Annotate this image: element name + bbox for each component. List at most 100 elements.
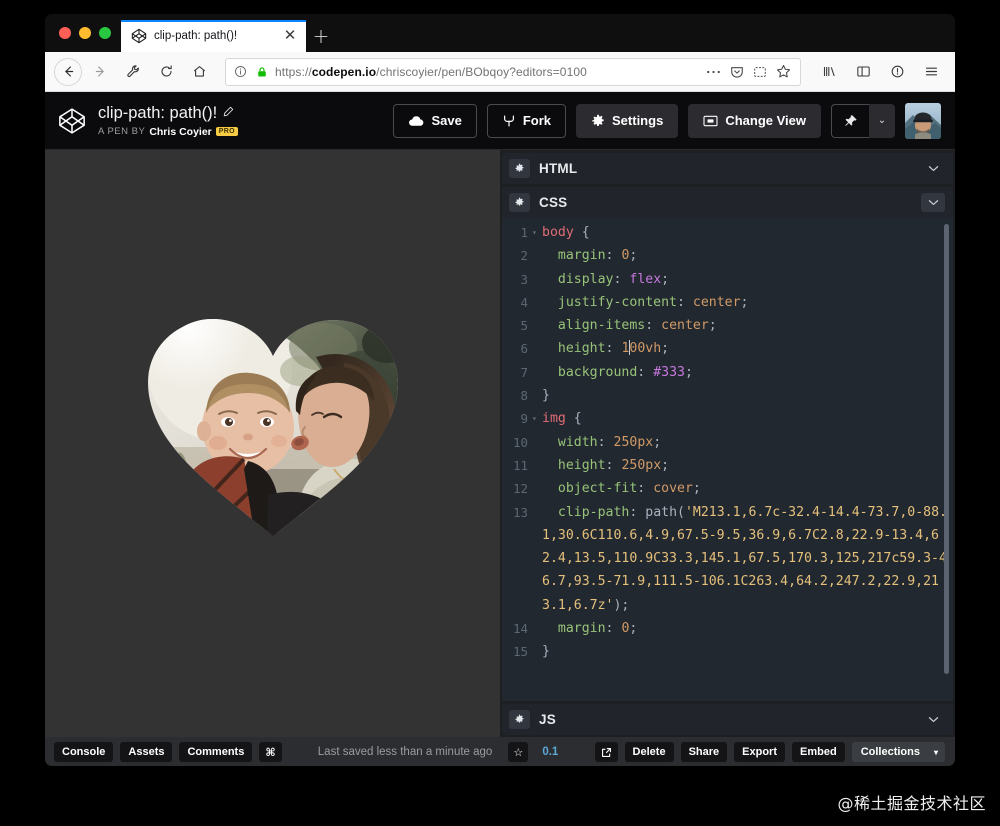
forward-button[interactable] [85,57,115,87]
fork-icon [502,114,516,128]
editor-panel-js-title: JS [539,712,556,727]
bookmark-star-icon[interactable] [776,64,791,79]
collections-dropdown[interactable]: Collections ▾ [851,742,945,762]
embed-button[interactable]: Embed [792,742,845,762]
delete-button[interactable]: Delete [624,742,674,762]
line-number: 1 [520,225,528,240]
page-info-icon[interactable] [233,64,248,79]
fork-button[interactable]: Fork [486,103,567,138]
last-saved-status: Last saved less than a minute ago [317,746,493,758]
back-button[interactable] [54,57,82,86]
pocket-icon[interactable] [730,65,744,79]
collections-label: Collections [860,746,920,758]
sidebar-icon[interactable] [848,57,878,87]
reload-button[interactable] [151,57,181,87]
pen-by-label: A PEN BY [98,126,146,137]
pin-button-group: ⌄ [831,103,895,138]
maximize-window-button[interactable] [99,27,111,39]
keyboard-shortcuts-button[interactable]: ⌘ [259,742,282,762]
code-line: 14 margin: 0; [502,617,953,640]
browser-tab-active[interactable]: clip-path: path()! ✕ [121,20,306,52]
pen-author-name[interactable]: Chris Coyier [149,126,211,138]
code-line: 9 ▾ img { [502,407,953,430]
code-line: 4 justify-content: center; [502,291,953,314]
assets-button[interactable]: Assets [120,742,173,762]
editor-panel-css[interactable]: CSS [502,187,953,218]
code-text: background: #333; [557,364,693,380]
star-count: 0.1 [542,746,559,758]
code-line: 15} [502,640,953,663]
padlock-icon[interactable] [254,64,269,79]
gear-icon[interactable] [509,159,530,178]
gear-icon[interactable] [509,710,530,729]
minimize-window-button[interactable] [79,27,91,39]
code-line: 11 height: 250px; [502,454,953,477]
editor-scrollbar[interactable] [944,224,949,674]
gear-icon[interactable] [509,193,530,212]
codepen-logo-icon[interactable] [58,107,86,135]
chevron-down-icon[interactable] [921,159,945,178]
home-button[interactable] [184,57,214,87]
watermark: @稀土掘金技术社区 [837,794,986,813]
share-button[interactable]: Share [680,742,728,762]
code-text: } [542,644,550,660]
new-tab-button[interactable]: + [306,20,336,52]
line-number: 15 [513,644,528,660]
browser-tab-strip: clip-path: path()! ✕ + [45,14,955,52]
editor-panel-html[interactable]: HTML [502,153,953,184]
view-icon [703,115,718,127]
screenshot-icon[interactable] [753,65,767,79]
menu-icon[interactable] [916,57,946,87]
devtools-wrench-icon[interactable] [118,57,148,87]
pencil-icon[interactable] [223,106,234,120]
account-icon[interactable] [882,57,912,87]
ellipsis-icon[interactable] [706,69,721,75]
address-bar-actions [706,64,793,79]
codepen-header: clip-path: path()! A PEN BY Chris Coyier… [45,92,955,150]
preview-pane[interactable] [45,150,500,737]
pushpin-icon[interactable] [831,103,869,138]
code-text: width: 250px; [557,434,662,450]
code-text: height: 250px; [557,457,670,473]
avatar[interactable] [905,102,941,139]
code-text: margin: 0; [557,621,638,637]
gear-icon [591,114,605,128]
url-text: https://codepen.io/chriscoyier/pen/BObqo… [275,64,587,79]
code-line: 2 margin: 0; [502,244,953,267]
console-button[interactable]: Console [54,742,114,762]
change-view-label: Change View [725,113,806,128]
pin-dropdown-caret-icon[interactable]: ⌄ [869,103,895,138]
cloud-icon [408,115,424,127]
close-tab-button[interactable]: ✕ [282,28,298,44]
pen-author-row: A PEN BY Chris Coyier PRO [98,126,238,138]
code-text: img { [542,411,582,427]
change-view-button[interactable]: Change View [688,103,821,138]
code-text: body { [542,225,590,240]
save-button[interactable]: Save [393,103,477,138]
external-link-icon[interactable] [594,742,618,762]
settings-button[interactable]: Settings [576,103,679,138]
code-line: 7 background: #333; [502,361,953,384]
export-button[interactable]: Export [734,742,785,762]
clipped-preview-image [147,318,398,536]
code-line: 13 clip-path: path('M213.1,6.7c-32.4-14.… [502,501,953,617]
library-icon[interactable] [814,57,844,87]
css-code-editor[interactable]: 1 ▾ body { 2 margin: 0; 3 display: flex; 4… [502,218,953,701]
code-text: margin: 0; [557,248,638,264]
close-window-button[interactable] [59,27,71,39]
browser-window: clip-path: path()! ✕ + https://codepen.i… [45,14,955,766]
star-button[interactable]: ☆ [508,742,529,762]
pen-footer: Console Assets Comments ⌘ Last saved les… [45,737,955,766]
chevron-down-icon[interactable] [921,193,945,212]
pen-title[interactable]: clip-path: path()! [98,104,217,123]
browser-tab-title: clip-path: path()! [154,30,238,42]
pen-title-row: clip-path: path()! [98,104,238,123]
code-text: object-fit: cover; [557,481,701,497]
fold-arrow-icon[interactable]: ▾ [532,221,542,244]
address-bar[interactable]: https://codepen.io/chriscoyier/pen/BObqo… [225,57,801,86]
comments-button[interactable]: Comments [179,742,253,762]
code-line: 3 display: flex; [502,268,953,291]
fold-arrow-icon[interactable]: ▾ [532,407,542,430]
editor-panel-js[interactable]: JS [502,704,953,735]
chevron-down-icon[interactable] [921,710,945,729]
